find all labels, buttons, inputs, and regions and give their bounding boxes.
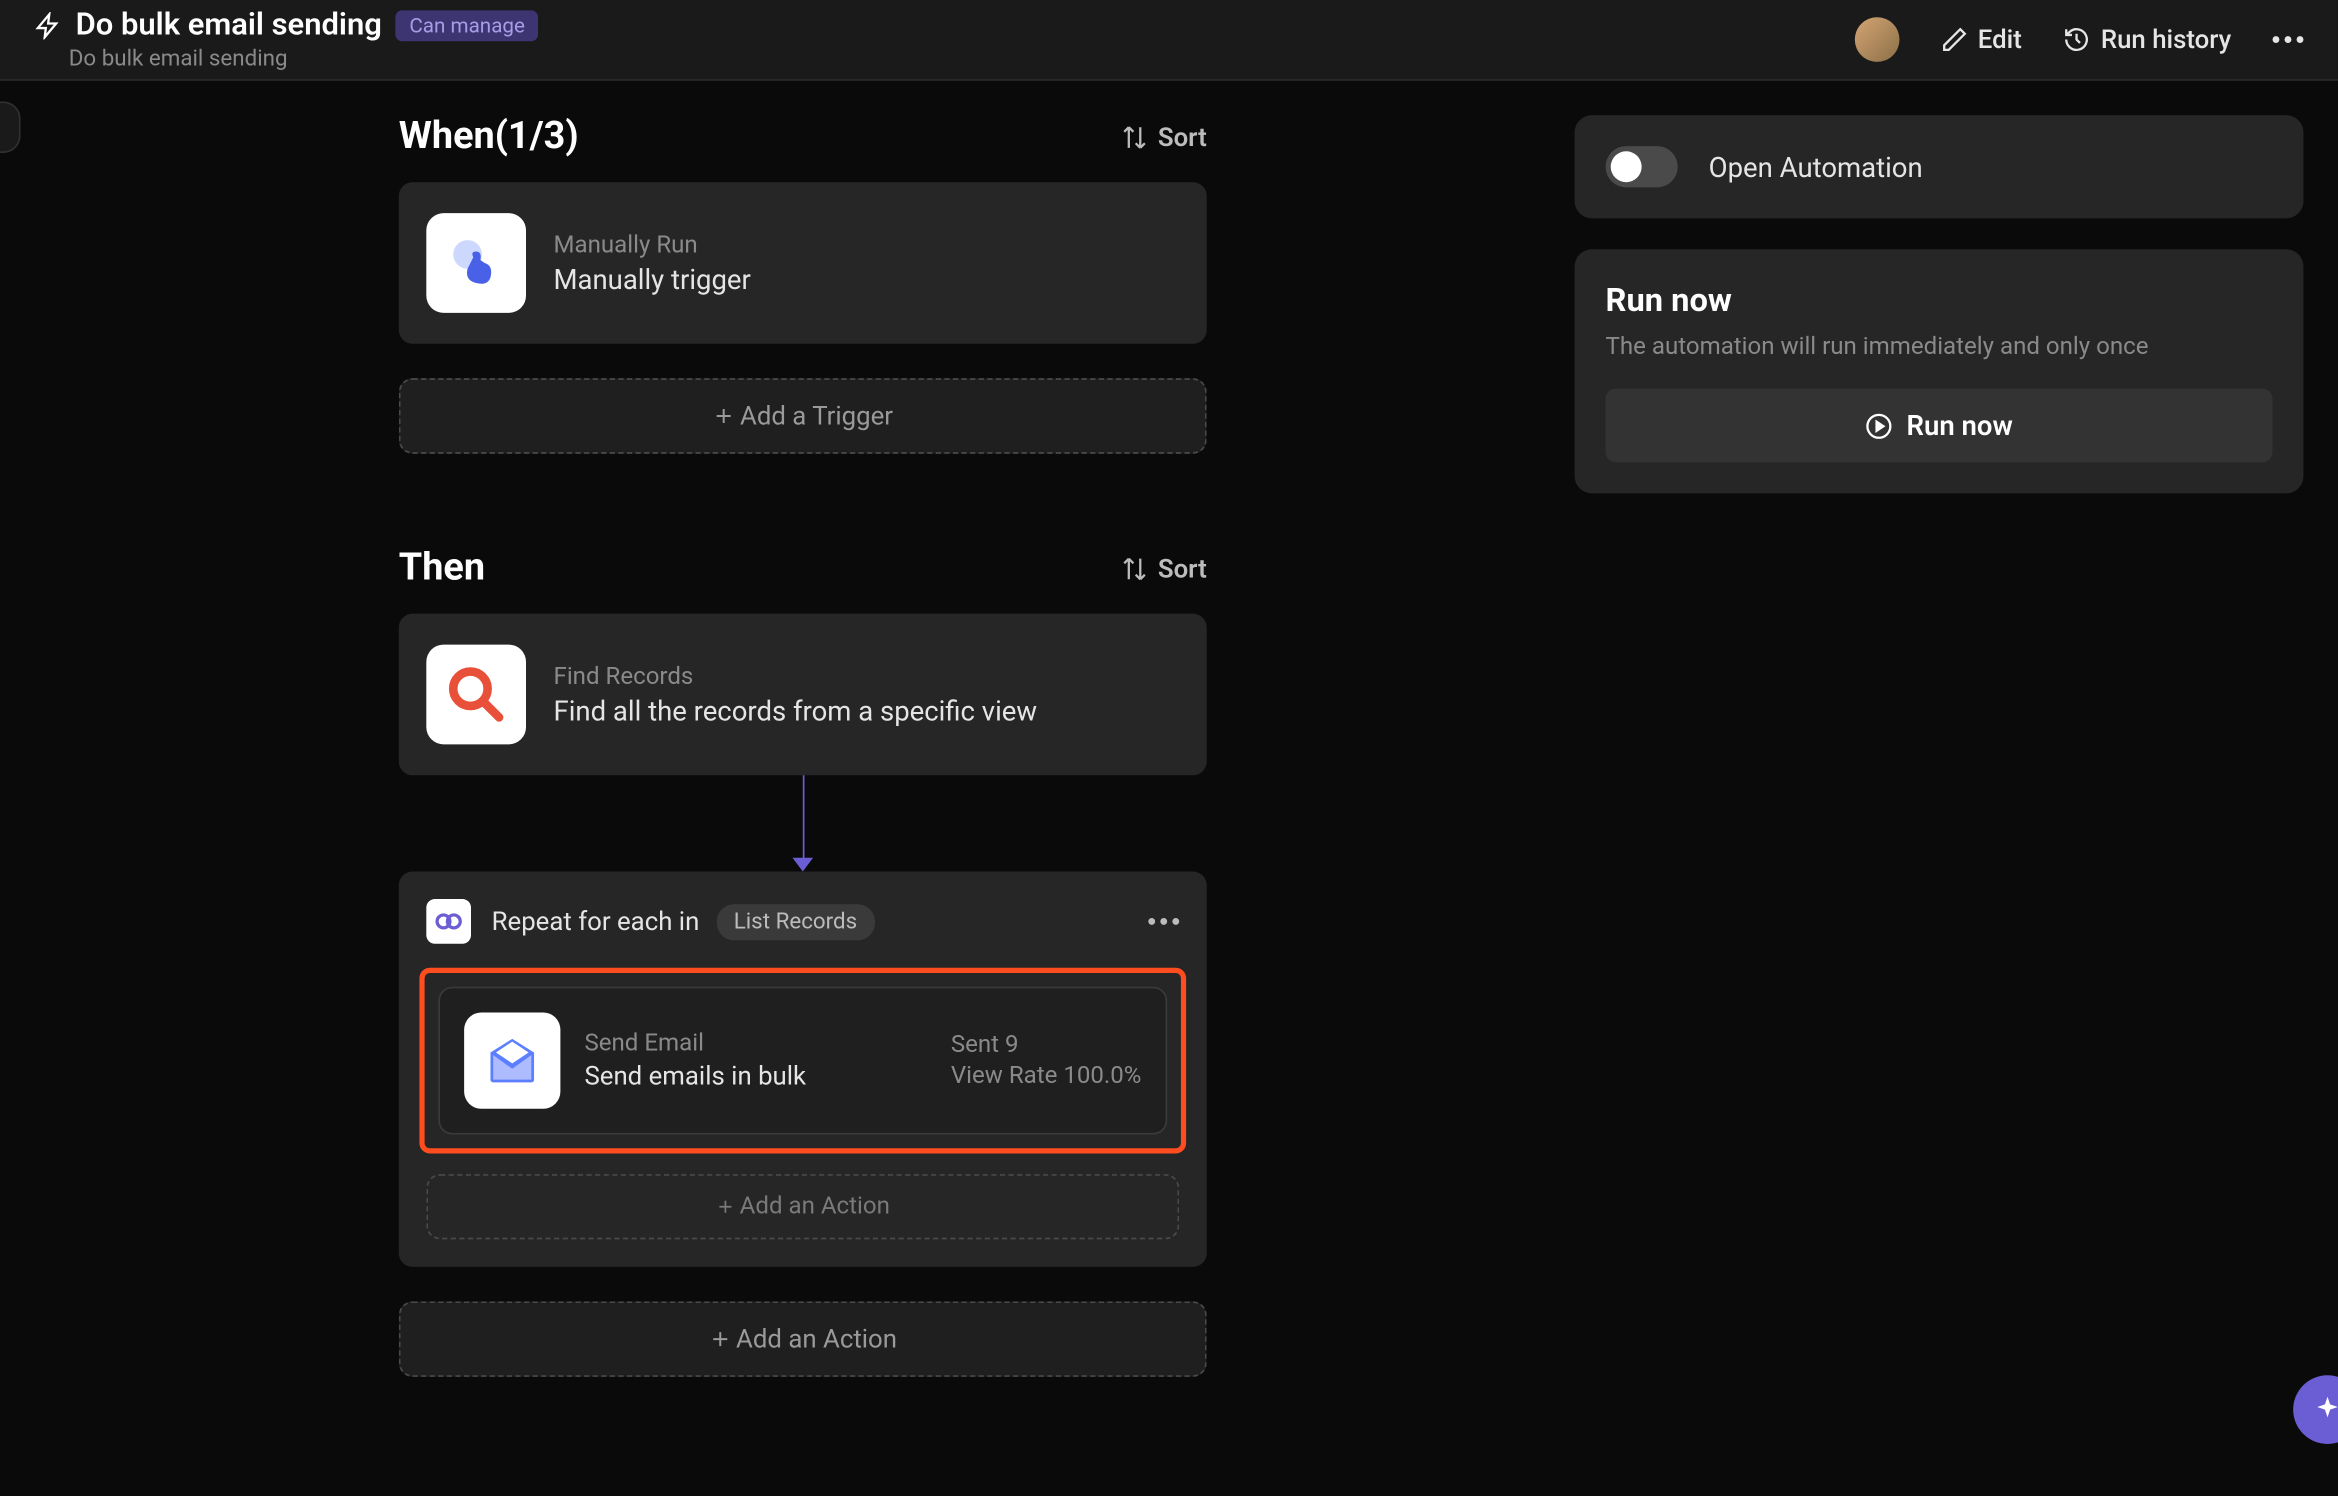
history-icon [2063,26,2091,54]
bolt-icon [34,11,62,39]
add-action-button[interactable]: Add an Action [399,1301,1207,1377]
page-title: Do bulk email sending [76,7,382,43]
touch-icon [426,213,526,313]
loop-container: Repeat for each in List Records Send Ema… [399,872,1207,1267]
toggle-label: Open Automation [1709,150,1923,183]
more-menu-icon[interactable] [2273,36,2304,43]
then-sort-button[interactable]: Sort [1120,553,1207,584]
chevron-down-icon [792,858,813,872]
email-viewrate-stat: View Rate 100.0% [951,1062,1142,1090]
edit-label: Edit [1978,24,2022,55]
avatar[interactable] [1854,17,1899,62]
add-trigger-button[interactable]: Add a Trigger [399,378,1207,454]
action-card-send-email[interactable]: Send Email Send emails in bulk Sent 9 Vi… [438,987,1167,1135]
pencil-icon [1940,26,1968,54]
edit-button[interactable]: Edit [1940,24,2022,55]
breadcrumb: Do bulk email sending [69,46,539,72]
then-title: Then [399,547,485,590]
find-label: Find Records [554,663,1038,691]
automation-toggle-panel: Open Automation [1575,115,2304,218]
loop-menu-icon[interactable] [1148,918,1179,925]
plus-icon [709,1327,733,1351]
loop-title: Repeat for each in [492,906,700,937]
flow-connector [399,775,1207,871]
loop-source-pill[interactable]: List Records [717,903,875,939]
automation-toggle[interactable] [1606,146,1678,187]
add-inner-action-button[interactable]: Add an Action [426,1174,1179,1239]
run-history-button[interactable]: Run history [2063,24,2231,55]
find-desc: Find all the records from a specific vie… [554,694,1038,727]
header-bar: Do bulk email sending Can manage Do bulk… [0,0,2338,81]
add-action-label: Add an Action [736,1324,897,1355]
sort-label: Sort [1158,121,1207,152]
sparkle-icon [2312,1394,2338,1425]
permission-badge[interactable]: Can manage [396,9,539,40]
run-now-title: Run now [1606,280,2273,320]
trigger-label: Manually Run [554,231,751,259]
email-icon [464,1012,560,1108]
action-card-find-records[interactable]: Find Records Find all the records from a… [399,614,1207,776]
add-trigger-label: Add a Trigger [740,401,893,432]
sort-icon [1120,554,1148,582]
plus-icon [712,404,736,428]
run-now-button[interactable]: Run now [1606,388,2273,462]
search-icon [426,645,526,745]
highlighted-action: Send Email Send emails in bulk Sent 9 Vi… [419,968,1186,1154]
sort-icon [1120,123,1148,151]
add-inner-label: Add an Action [740,1193,890,1221]
sort-label: Sort [1158,553,1207,584]
history-label: Run history [2101,24,2231,55]
loop-icon [426,899,471,944]
when-section-header: When(1/3) Sort [399,115,1207,158]
run-now-panel: Run now The automation will run immediat… [1575,249,2304,493]
sidebar-expand-handle[interactable] [0,101,21,153]
email-label: Send Email [584,1030,806,1058]
play-circle-icon [1865,412,1893,440]
run-now-btn-label: Run now [1907,409,2013,442]
email-desc: Send emails in bulk [584,1061,806,1092]
run-now-desc: The automation will run immediately and … [1606,333,2273,361]
then-section-header: Then Sort [399,547,1207,590]
trigger-desc: Manually trigger [554,262,751,295]
plus-icon [716,1196,737,1217]
when-title: When(1/3) [399,115,579,158]
trigger-card-manually-run[interactable]: Manually Run Manually trigger [399,182,1207,344]
email-sent-stat: Sent 9 [951,1031,1142,1059]
when-sort-button[interactable]: Sort [1120,121,1207,152]
